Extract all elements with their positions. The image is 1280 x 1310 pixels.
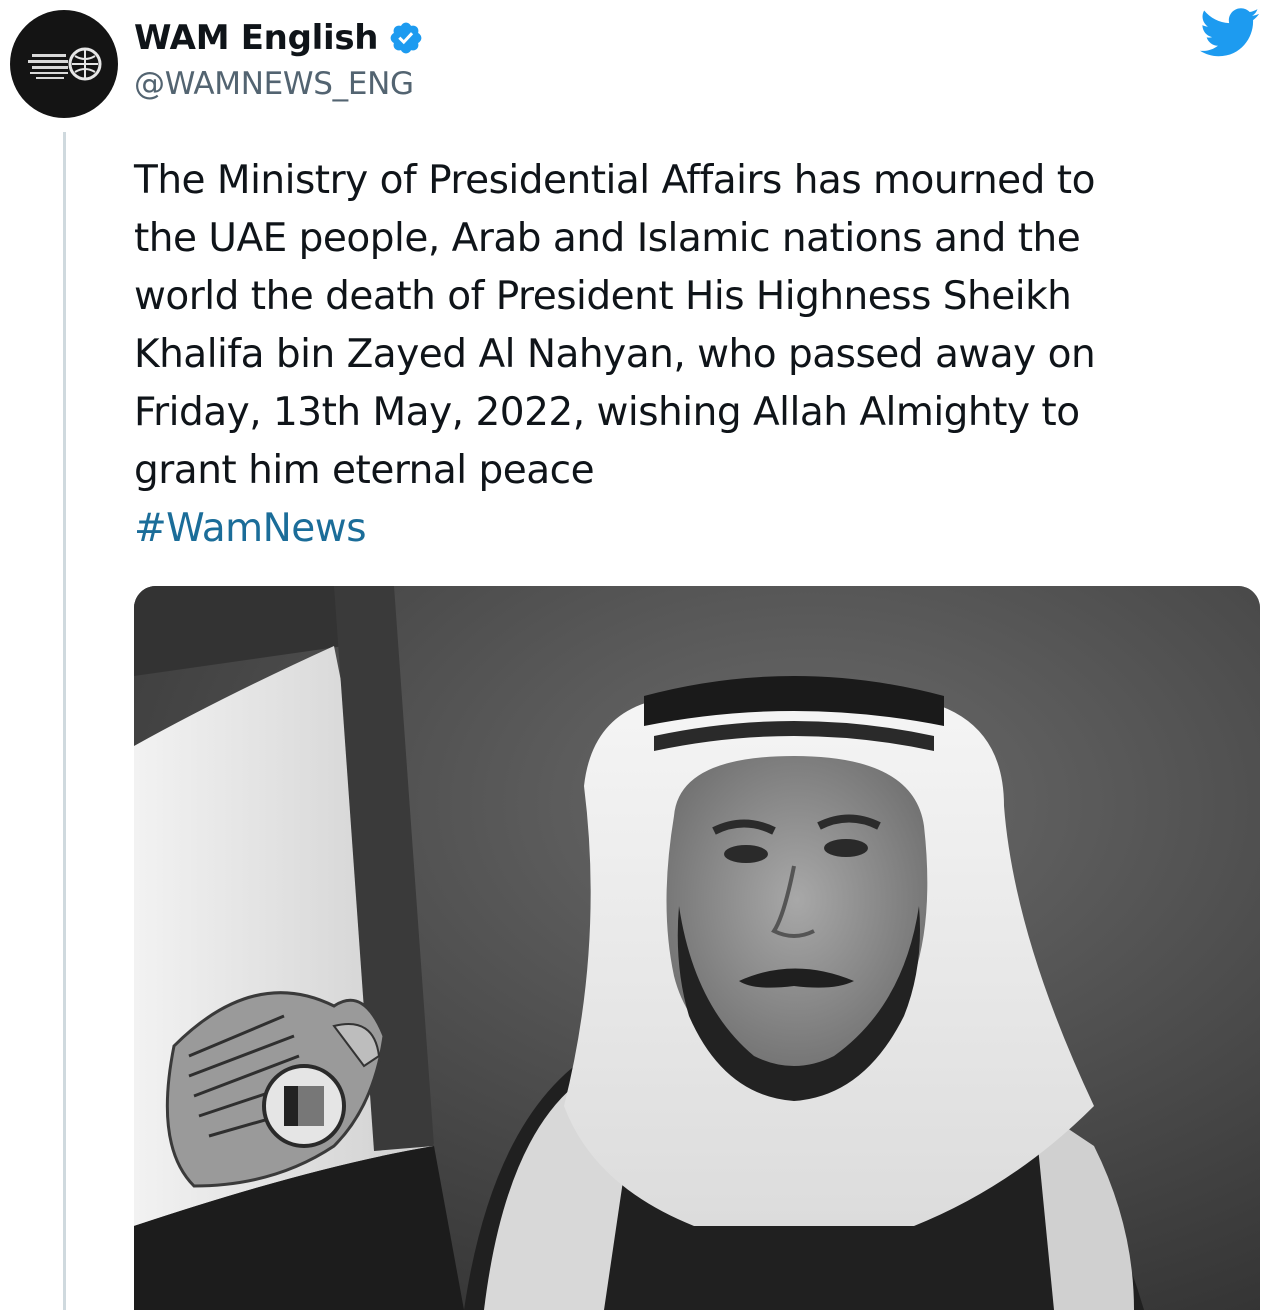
tweet-text-line: the UAE people, Arab and Islamic nations…: [134, 216, 1081, 261]
verified-badge-icon: [390, 22, 422, 54]
tweet-photo[interactable]: [134, 586, 1260, 1310]
tweet-text-line: grant him eternal peace: [134, 448, 595, 493]
author-handle[interactable]: @WAMNEWS_ENG: [134, 66, 414, 102]
tweet-text-line: world the death of President His Highnes…: [134, 274, 1072, 319]
display-name[interactable]: WAM English: [134, 18, 378, 58]
portrait-image: [134, 586, 1260, 1310]
wam-logo-icon: [28, 47, 102, 81]
tweet-text: The Ministry of Presidential Affairs has…: [134, 152, 1244, 500]
tweet-text-line: The Ministry of Presidential Affairs has…: [134, 158, 1095, 203]
tweet-text-line: Khalifa bin Zayed Al Nahyan, who passed …: [134, 332, 1096, 377]
tweet-text-line: Friday, 13th May, 2022, wishing Allah Al…: [134, 390, 1080, 435]
avatar[interactable]: [10, 10, 118, 118]
hashtag-link[interactable]: #WamNews: [134, 500, 367, 558]
tweet-card: WAM English @WAMNEWS_ENG The Ministry of…: [0, 0, 1280, 1310]
author-row: WAM English: [134, 14, 424, 62]
thread-line: [63, 132, 66, 1310]
twitter-bird-icon[interactable]: [1200, 8, 1260, 58]
